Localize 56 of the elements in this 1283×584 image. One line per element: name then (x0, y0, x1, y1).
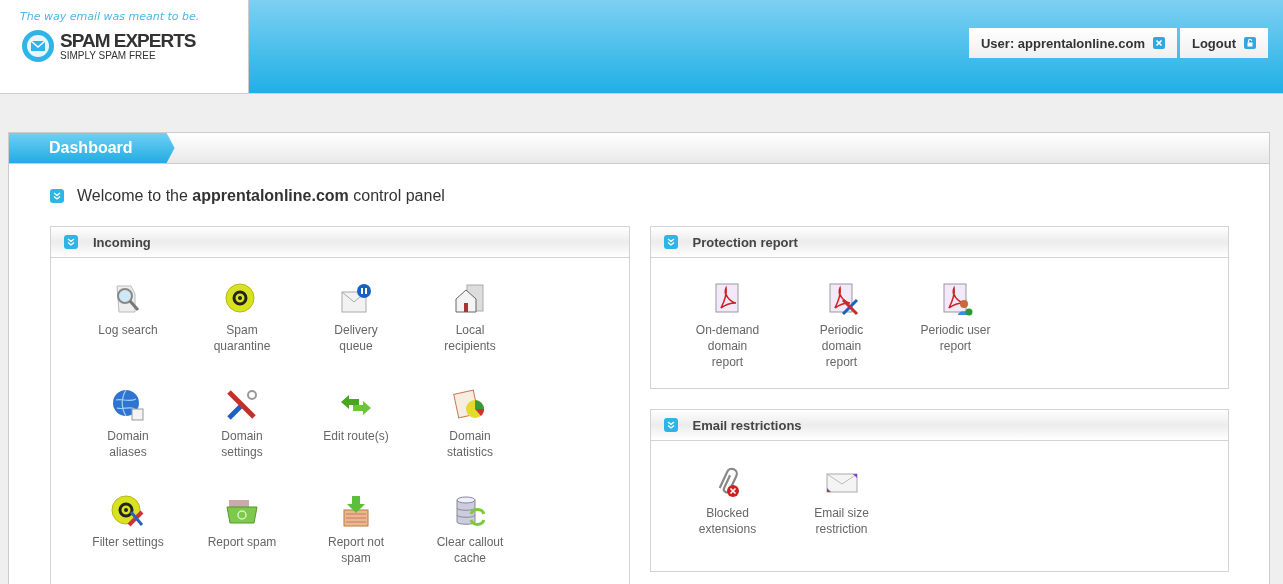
shortcut-link[interactable]: On-demand domain report (670, 282, 785, 378)
shortcut-label: Email size restriction (813, 505, 870, 537)
shortcut-link[interactable]: Spam quarantine (185, 282, 299, 378)
shortcut-label: Local recipients (443, 322, 497, 354)
envelope-logo-icon (20, 28, 56, 64)
shortcut-link[interactable]: Clear callout cache (413, 494, 527, 584)
shortcut-link[interactable]: Delivery queue (299, 282, 413, 378)
tools-icon (225, 388, 259, 422)
shortcut-link[interactable]: Edit route(s) (299, 388, 413, 484)
shortcut-link[interactable]: Local recipients (413, 282, 527, 378)
welcome-message: Welcome to the apprentalonline.com control panel (77, 187, 445, 205)
shortcut-link[interactable]: Domain statistics (413, 388, 527, 484)
pie-chart-icon (453, 388, 487, 422)
shortcut-label: Filter settings (91, 534, 165, 550)
brand-slogan: SIMPLY SPAM FREE (60, 49, 157, 61)
chevron-down-icon[interactable] (663, 235, 678, 249)
chevron-down-icon[interactable] (64, 235, 78, 249)
chevron-down-icon[interactable] (663, 418, 678, 432)
section-title: Email restrictions (692, 417, 802, 433)
shortcut-label: Clear callout cache (435, 534, 505, 566)
envelope-pause-icon (339, 282, 373, 316)
shortcut-label: Domain settings (220, 428, 264, 460)
shortcut-link[interactable]: Domain aliases (71, 388, 185, 484)
database-refresh-icon (453, 494, 487, 528)
house-icon (453, 282, 487, 316)
shortcut-label: Periodic domain report (818, 322, 865, 370)
shortcut-link[interactable]: Log search (71, 282, 185, 378)
shortcut-link[interactable]: Email size restriction (784, 465, 899, 561)
shortcut-label: Domain aliases (106, 428, 150, 460)
shortcut-label: Blocked extensions (697, 505, 758, 537)
shortcut-label: Domain statistics (446, 428, 494, 460)
brand-name: SPAM EXPERTS (60, 31, 196, 50)
shortcut-label: Log search (97, 322, 159, 338)
close-icon (1152, 37, 1165, 49)
padlock-icon (1244, 37, 1256, 49)
section-title: Incoming (93, 234, 151, 250)
shortcut-label: Report spam (206, 534, 278, 550)
shortcut-label: Report not spam (326, 534, 385, 566)
shortcut-label: Spam quarantine (212, 322, 272, 354)
shortcut-link[interactable]: Report not spam (299, 494, 413, 584)
shortcut-label: Periodic user report (919, 322, 992, 354)
globe-icon (111, 388, 145, 422)
section-title: Protection report (692, 234, 798, 250)
logout-button[interactable]: Logout (1179, 28, 1268, 58)
user-button[interactable]: User: apprentalonline.com (968, 28, 1177, 58)
shortcut-label: On-demand domain report (694, 322, 761, 370)
shortcut-link[interactable]: Blocked extensions (670, 465, 785, 561)
shortcut-link[interactable]: Periodic domain report (784, 282, 899, 378)
shortcut-label: Delivery queue (333, 322, 379, 354)
shortcut-link[interactable]: Periodic user report (898, 282, 1013, 378)
shortcut-link[interactable]: Report spam (185, 494, 299, 584)
shortcut-label: Edit route(s) (322, 428, 390, 444)
chevron-down-icon (50, 189, 64, 203)
tagline: The way email was meant to be. (20, 10, 201, 23)
shortcut-link[interactable]: Domain settings (185, 388, 299, 484)
shortcut-link[interactable]: Filter settings (71, 494, 185, 584)
